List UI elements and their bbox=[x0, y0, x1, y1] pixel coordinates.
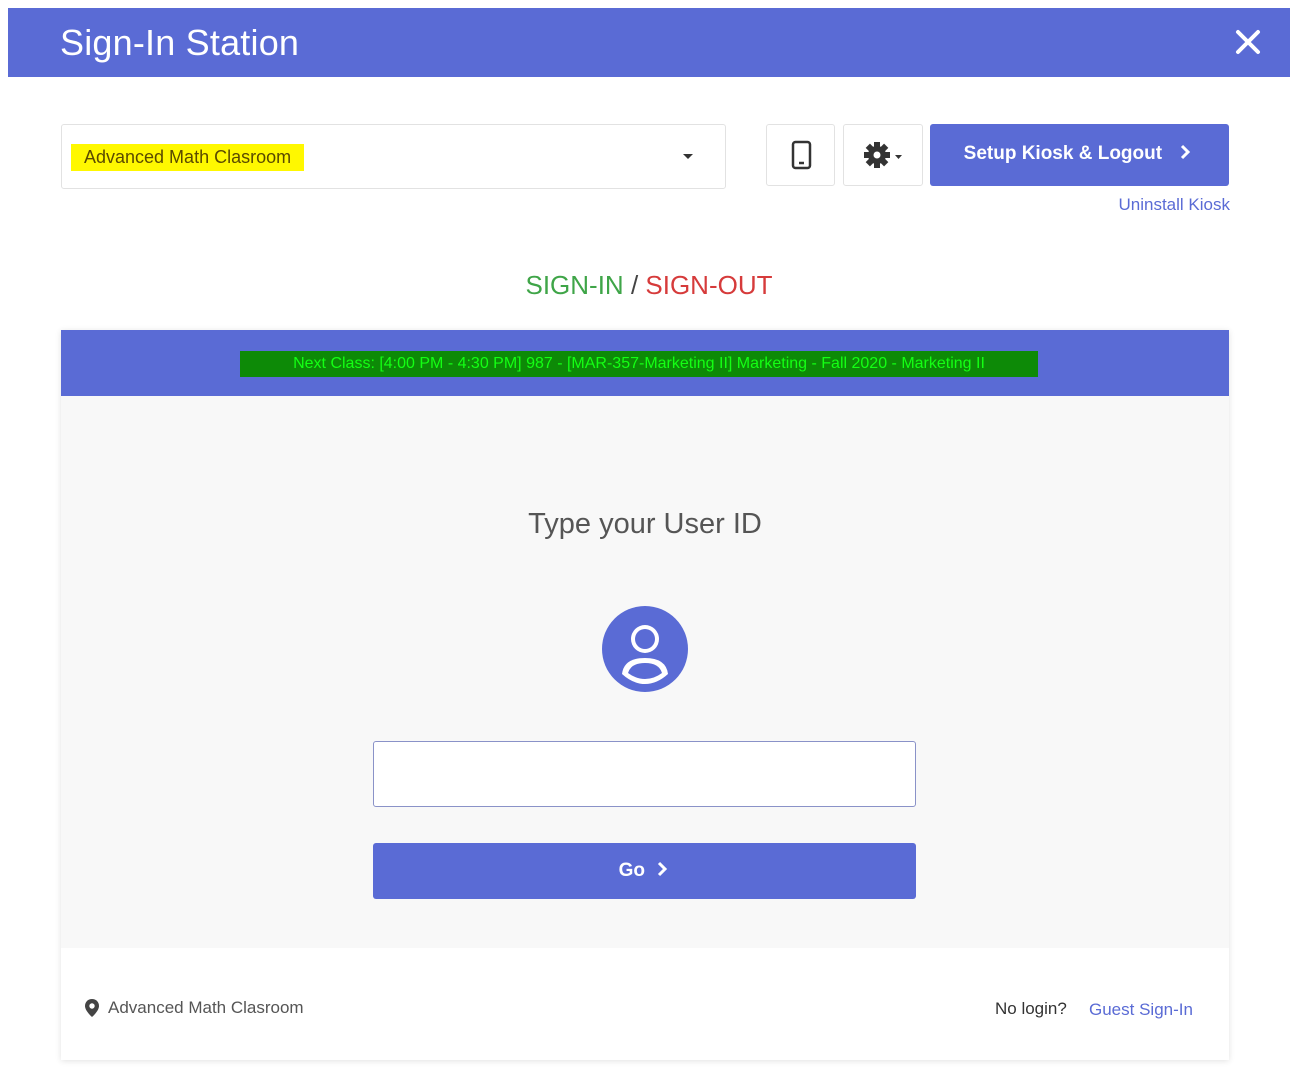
setup-kiosk-logout-label: Setup Kiosk & Logout bbox=[963, 143, 1163, 164]
sign-in-form: Type your User ID Go bbox=[61, 396, 1229, 948]
setup-kiosk-logout-button[interactable]: Setup Kiosk & Logout bbox=[930, 124, 1229, 186]
sign-in-card: Next Class: [4:00 PM - 4:30 PM] 987 - [M… bbox=[61, 330, 1229, 1060]
footer-location: Advanced Math Clasroom bbox=[85, 998, 304, 1018]
sign-in-out-heading: SIGN-IN / SIGN-OUT bbox=[8, 270, 1290, 301]
chevron-down-icon bbox=[683, 154, 693, 159]
map-marker-icon bbox=[85, 999, 99, 1017]
settings-button[interactable] bbox=[843, 124, 923, 186]
room-select-value: Advanced Math Clasroom bbox=[71, 144, 305, 171]
mobile-mode-button[interactable] bbox=[766, 124, 835, 186]
footer-location-text: Advanced Math Clasroom bbox=[108, 998, 304, 1017]
window-title: Sign-In Station bbox=[60, 22, 300, 63]
uninstall-kiosk-link[interactable]: Uninstall Kiosk bbox=[1119, 195, 1231, 215]
chevron-right-icon bbox=[1181, 144, 1191, 160]
go-button-label: Go bbox=[618, 860, 646, 881]
mobile-phone-icon bbox=[791, 140, 812, 170]
no-login-label: No login? bbox=[995, 999, 1067, 1018]
go-button[interactable]: Go bbox=[373, 843, 916, 899]
guest-sign-in-link[interactable]: Guest Sign-In bbox=[1089, 1000, 1193, 1020]
next-class-banner: Next Class: [4:00 PM - 4:30 PM] 987 - [M… bbox=[61, 330, 1229, 396]
title-bar: Sign-In Station bbox=[8, 8, 1290, 77]
user-id-prompt: Type your User ID bbox=[528, 508, 762, 540]
heading-separator: / bbox=[623, 270, 646, 300]
next-class-text: Next Class: [4:00 PM - 4:30 PM] 987 - [M… bbox=[240, 351, 1038, 377]
user-id-input[interactable] bbox=[373, 741, 916, 807]
room-select-dropdown[interactable]: Advanced Math Clasroom bbox=[61, 124, 726, 189]
sign-out-label: SIGN-OUT bbox=[645, 270, 773, 300]
chevron-right-icon bbox=[658, 861, 668, 877]
gear-icon bbox=[864, 142, 902, 168]
close-icon[interactable] bbox=[1228, 22, 1268, 62]
user-avatar-icon bbox=[602, 606, 688, 692]
sign-in-station-window: Sign-In Station Advanced Math Clasroom S… bbox=[8, 8, 1290, 1070]
sign-in-label: SIGN-IN bbox=[525, 270, 624, 300]
